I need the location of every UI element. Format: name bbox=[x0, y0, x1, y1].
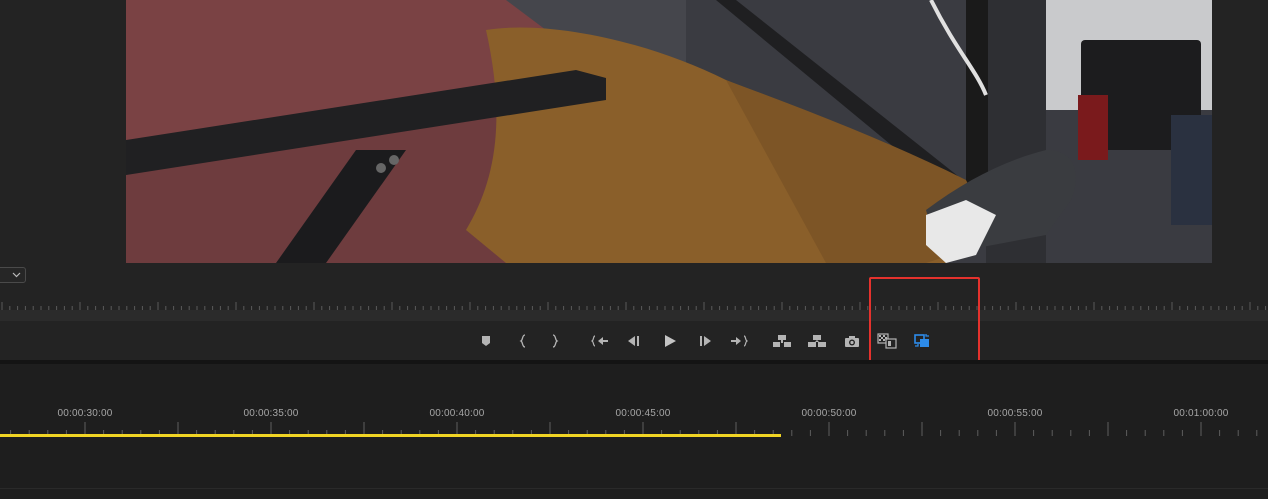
timecode-label: 00:00:30:00 bbox=[57, 408, 113, 419]
mark-out-button[interactable] bbox=[542, 330, 568, 352]
extract-icon bbox=[808, 335, 826, 347]
mark-in-button[interactable] bbox=[510, 330, 536, 352]
go-to-out-button[interactable] bbox=[726, 330, 752, 352]
timecode-label: 00:00:45:00 bbox=[615, 408, 671, 419]
export-frame-button[interactable] bbox=[839, 330, 865, 352]
add-marker-button[interactable] bbox=[473, 330, 499, 352]
mark-out-icon bbox=[552, 334, 559, 348]
go-to-in-icon bbox=[591, 335, 608, 347]
lift-icon bbox=[773, 335, 791, 347]
video-frame[interactable] bbox=[126, 0, 1212, 263]
timecode-label: 00:00:50:00 bbox=[801, 408, 857, 419]
chevron-down-icon bbox=[12, 272, 21, 278]
zoom-dropdown[interactable] bbox=[0, 267, 26, 283]
proxy-toggle-button[interactable] bbox=[909, 330, 935, 352]
mark-in-icon bbox=[519, 334, 526, 348]
proxy-toggle-icon bbox=[914, 334, 929, 347]
step-forward-icon bbox=[700, 336, 711, 346]
track-divider bbox=[0, 488, 1268, 489]
program-monitor bbox=[0, 0, 1268, 322]
comparison-view-button[interactable] bbox=[874, 330, 900, 352]
play-button[interactable] bbox=[657, 330, 683, 352]
program-monitor-scroll-bar[interactable] bbox=[0, 310, 1268, 321]
program-monitor-ruler[interactable] bbox=[0, 296, 1268, 310]
comparison-view-icon bbox=[877, 333, 897, 349]
lift-button[interactable] bbox=[769, 330, 795, 352]
step-back-button[interactable] bbox=[621, 330, 647, 352]
timecode-label: 00:00:40:00 bbox=[429, 408, 485, 419]
timecode-label: 00:00:35:00 bbox=[243, 408, 299, 419]
step-forward-button[interactable] bbox=[692, 330, 718, 352]
extract-button[interactable] bbox=[804, 330, 830, 352]
step-back-icon bbox=[628, 336, 639, 346]
transport-controls bbox=[0, 322, 1268, 360]
work-area-bar[interactable] bbox=[0, 434, 781, 437]
go-to-in-button[interactable] bbox=[587, 330, 613, 352]
camera-icon bbox=[845, 335, 859, 347]
marker-icon bbox=[482, 336, 490, 346]
timeline-panel: 00:00:30:00 00:00:35:00 00:00:40:00 00:0… bbox=[0, 364, 1268, 499]
play-icon bbox=[665, 335, 676, 347]
go-to-out-icon bbox=[731, 335, 748, 347]
timecode-label: 00:01:00:00 bbox=[1173, 408, 1229, 419]
timecode-label: 00:00:55:00 bbox=[987, 408, 1043, 419]
